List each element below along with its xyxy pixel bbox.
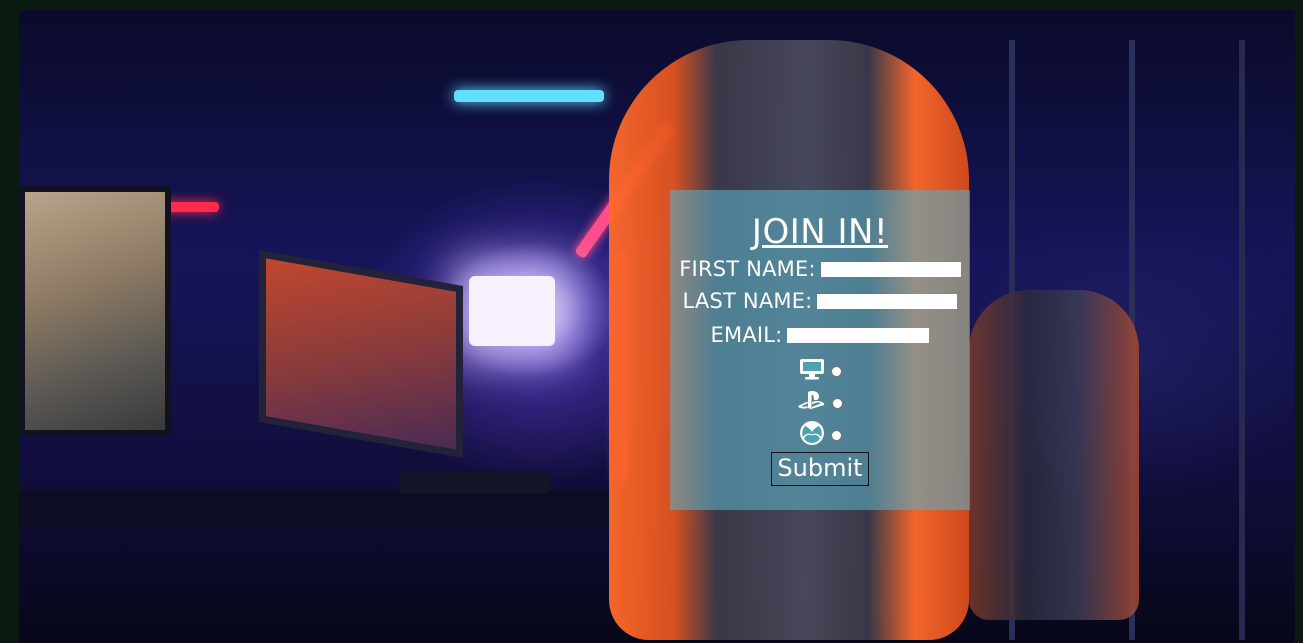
last-name-label: LAST NAME: [682, 289, 813, 313]
email-row: EMAIL: [670, 322, 970, 348]
background-keyboard [399, 472, 549, 494]
first-name-row: FIRST NAME: [670, 256, 970, 282]
background-monitor-left [19, 186, 171, 436]
last-name-input[interactable] [817, 293, 958, 309]
background-chair-right [969, 290, 1139, 620]
studio-light [469, 276, 555, 346]
join-form-panel: JOIN IN! FIRST NAME: LAST NAME: EMAIL: S… [670, 190, 970, 510]
platform-option-playstation [670, 386, 970, 416]
neon-light-cyan [454, 90, 604, 102]
form-title: JOIN IN! [751, 212, 889, 252]
desktop-icon [799, 359, 824, 380]
background-monitor-middle [259, 250, 463, 458]
xbox-radio[interactable] [830, 429, 842, 441]
gaming-room-background: JOIN IN! FIRST NAME: LAST NAME: EMAIL: S… [19, 10, 1295, 643]
xbox-icon [799, 421, 824, 445]
platform-option-xbox [670, 418, 970, 448]
playstation-icon [797, 391, 824, 410]
background-shelf [1239, 40, 1245, 640]
last-name-row: LAST NAME: [670, 288, 970, 314]
desktop-radio[interactable] [830, 365, 842, 377]
email-input[interactable] [787, 327, 930, 343]
email-label: EMAIL: [710, 323, 783, 347]
playstation-radio[interactable] [831, 397, 843, 409]
submit-button[interactable]: Submit [771, 452, 869, 486]
background-desk [19, 490, 639, 530]
first-name-input[interactable] [820, 261, 961, 277]
first-name-label: FIRST NAME: [679, 257, 816, 281]
platform-option-desktop [670, 354, 970, 384]
